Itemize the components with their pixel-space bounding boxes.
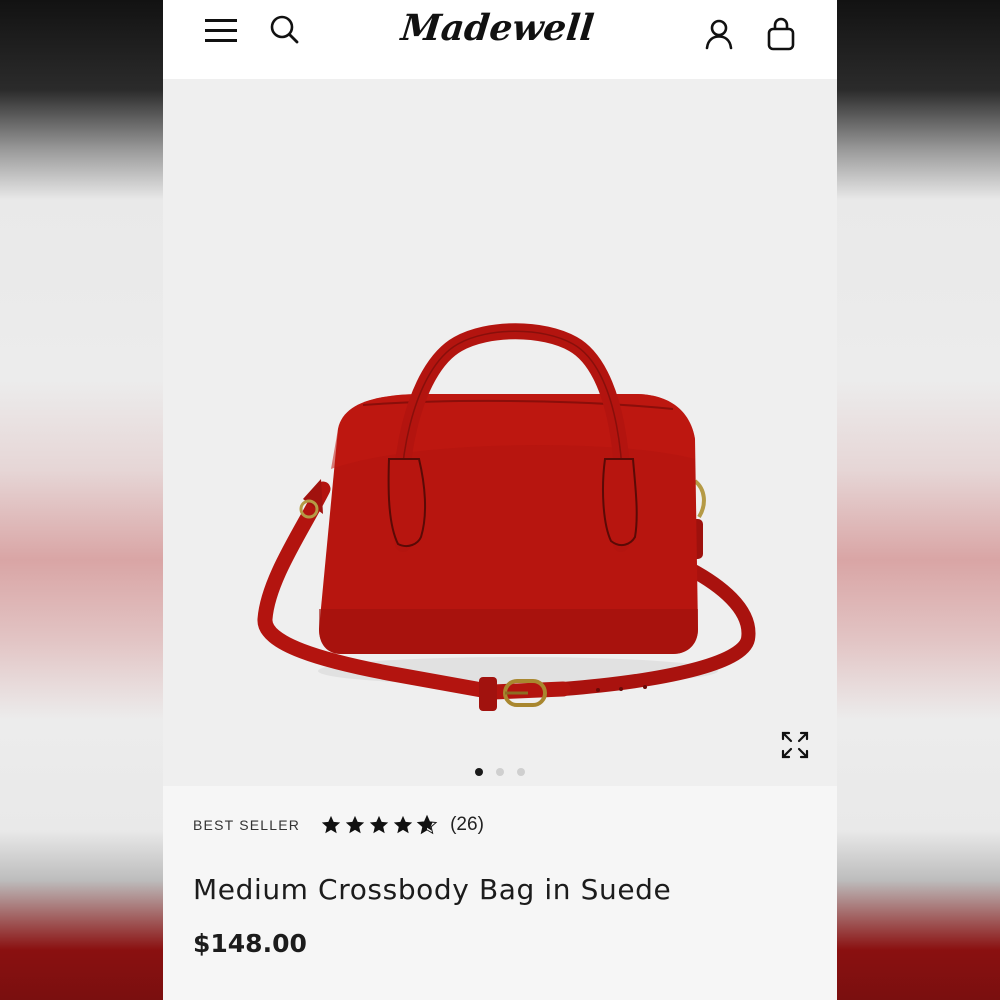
account-button[interactable] (697, 14, 741, 54)
rating-row: BEST SELLER (26) (193, 814, 484, 836)
star-icon (321, 815, 341, 834)
carousel-dots (163, 768, 837, 780)
phone-screen: Madewell BEST SELLER (26) Medium Crossbo… (163, 0, 837, 1000)
search-button[interactable] (263, 10, 307, 50)
star-icon (345, 815, 365, 834)
expand-image-button[interactable] (775, 725, 815, 765)
backdrop-right (837, 0, 1000, 1000)
expand-icon (781, 731, 809, 759)
carousel-dot-3[interactable] (517, 768, 525, 776)
search-icon (270, 15, 299, 44)
backdrop-left (0, 0, 163, 1000)
site-header: Madewell (163, 0, 837, 79)
user-icon (705, 19, 733, 50)
star-icon (393, 815, 413, 834)
carousel-dot-1[interactable] (475, 768, 483, 776)
review-count[interactable]: (26) (450, 814, 484, 836)
product-price: $148.00 (193, 929, 307, 958)
product-title: Medium Crossbody Bag in Suede (193, 873, 672, 906)
shopping-bag-icon (767, 17, 795, 51)
cart-button[interactable] (759, 12, 803, 56)
best-seller-badge: BEST SELLER (193, 817, 301, 833)
svg-text:Madewell: Madewell (397, 6, 596, 49)
menu-button[interactable] (199, 10, 243, 50)
hamburger-menu-icon (205, 19, 237, 42)
carousel-dot-2[interactable] (496, 768, 504, 776)
product-gallery[interactable] (163, 79, 837, 786)
product-info: BEST SELLER (26) Medium Crossbody Bag in… (163, 786, 837, 1000)
product-image[interactable] (243, 309, 763, 729)
brand-logo[interactable]: Madewell (395, 4, 605, 60)
star-rating[interactable] (320, 814, 438, 836)
madewell-wordmark: Madewell (397, 6, 596, 49)
half-star-icon (416, 814, 438, 835)
star-icon (369, 815, 389, 834)
